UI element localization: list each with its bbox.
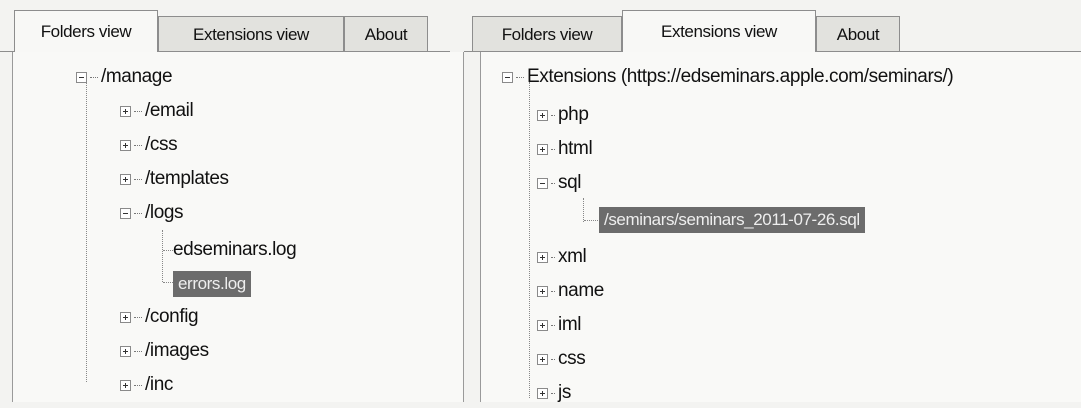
collapse-icon[interactable]: [76, 71, 87, 83]
tree-node-label: edseminars.log: [173, 239, 297, 260]
expand-icon[interactable]: [120, 139, 131, 151]
tree-node-label-selected: errors.log: [173, 271, 251, 297]
expand-icon[interactable]: [537, 319, 548, 331]
tree-node-label: xml: [558, 246, 587, 267]
tree-node-html[interactable]: html: [537, 134, 593, 164]
tree-node-logs[interactable]: /logs: [120, 198, 184, 228]
expand-icon[interactable]: [120, 105, 131, 117]
expand-icon[interactable]: [537, 251, 548, 263]
right-tab-extensions-view[interactable]: Extensions view: [622, 10, 816, 52]
tree-node-label: /templates: [145, 168, 229, 189]
tree-node-name[interactable]: name: [537, 276, 604, 306]
tree-node-label: /images: [145, 340, 209, 361]
extensions-view-panel: Folders view Extensions view About Exten…: [464, 0, 1081, 403]
right-tab-strip: Folders view Extensions view About: [464, 8, 1081, 52]
expand-icon[interactable]: [537, 387, 548, 399]
tree-leaf-errors-log[interactable]: errors.log: [173, 269, 251, 299]
tree-node-label: js: [558, 382, 571, 403]
expand-icon[interactable]: [537, 285, 548, 297]
expand-icon[interactable]: [537, 143, 548, 155]
tree-leaf-edseminars-log[interactable]: edseminars.log: [173, 235, 297, 265]
expand-icon[interactable]: [120, 379, 131, 391]
expand-icon[interactable]: [537, 353, 548, 365]
tree-node-label: sql: [558, 172, 582, 193]
tree-node-php[interactable]: php: [537, 100, 589, 130]
tree-root-manage[interactable]: /manage: [76, 62, 173, 92]
tree-node-css[interactable]: /css: [120, 130, 178, 160]
left-tab-folders-view[interactable]: Folders view: [14, 10, 158, 52]
tree-node-label: /css: [145, 134, 178, 155]
tree-node-label: iml: [558, 314, 582, 335]
tree-leaf-sql-file[interactable]: /seminars/seminars_2011-07-26.sql: [599, 205, 865, 235]
collapse-icon[interactable]: [120, 207, 131, 219]
tree-node-label: Extensions (https://edseminars.apple.com…: [527, 66, 954, 87]
tree-node-templates[interactable]: /templates: [120, 164, 229, 194]
tree-node-inc[interactable]: /inc: [120, 370, 173, 400]
tree-node-email[interactable]: /email: [120, 96, 194, 126]
folders-view-panel: Folders view Extensions view About /mana…: [0, 0, 464, 402]
right-tab-about[interactable]: About: [816, 16, 900, 52]
expand-icon[interactable]: [120, 311, 131, 323]
tree-node-label: css: [558, 348, 586, 369]
tree-node-label: /email: [145, 100, 194, 121]
tree-node-label-selected: /seminars/seminars_2011-07-26.sql: [599, 207, 865, 233]
collapse-icon[interactable]: [502, 71, 513, 83]
left-tab-about[interactable]: About: [344, 16, 428, 52]
tree-node-label: name: [558, 280, 604, 301]
tree-root-extensions[interactable]: Extensions (https://edseminars.apple.com…: [502, 62, 954, 92]
tree-node-label: html: [558, 138, 593, 159]
expand-icon[interactable]: [120, 173, 131, 185]
tree-node-images[interactable]: /images: [120, 336, 209, 366]
tree-node-label: /inc: [145, 374, 173, 395]
tree-node-label: /config: [145, 306, 199, 327]
extensions-tree: Extensions (https://edseminars.apple.com…: [480, 52, 1081, 403]
collapse-icon[interactable]: [537, 177, 548, 189]
tree-node-css[interactable]: css: [537, 344, 586, 374]
tree-node-xml[interactable]: xml: [537, 242, 587, 272]
left-tab-extensions-view[interactable]: Extensions view: [158, 16, 344, 52]
tree-node-label: /manage: [101, 66, 173, 87]
tree-node-sql[interactable]: sql: [537, 168, 581, 198]
expand-icon[interactable]: [120, 345, 131, 357]
tree-node-label: php: [558, 104, 589, 125]
left-tab-strip: Folders view Extensions view About: [0, 8, 450, 52]
tree-node-label: /logs: [145, 202, 184, 223]
expand-icon[interactable]: [537, 109, 548, 121]
tree-node-config[interactable]: /config: [120, 302, 199, 332]
tree-node-iml[interactable]: iml: [537, 310, 581, 340]
tree-node-js[interactable]: js: [537, 378, 571, 408]
folders-tree: /manage /email /css /templates /logs eds…: [12, 52, 464, 402]
right-tab-folders-view[interactable]: Folders view: [472, 16, 622, 52]
